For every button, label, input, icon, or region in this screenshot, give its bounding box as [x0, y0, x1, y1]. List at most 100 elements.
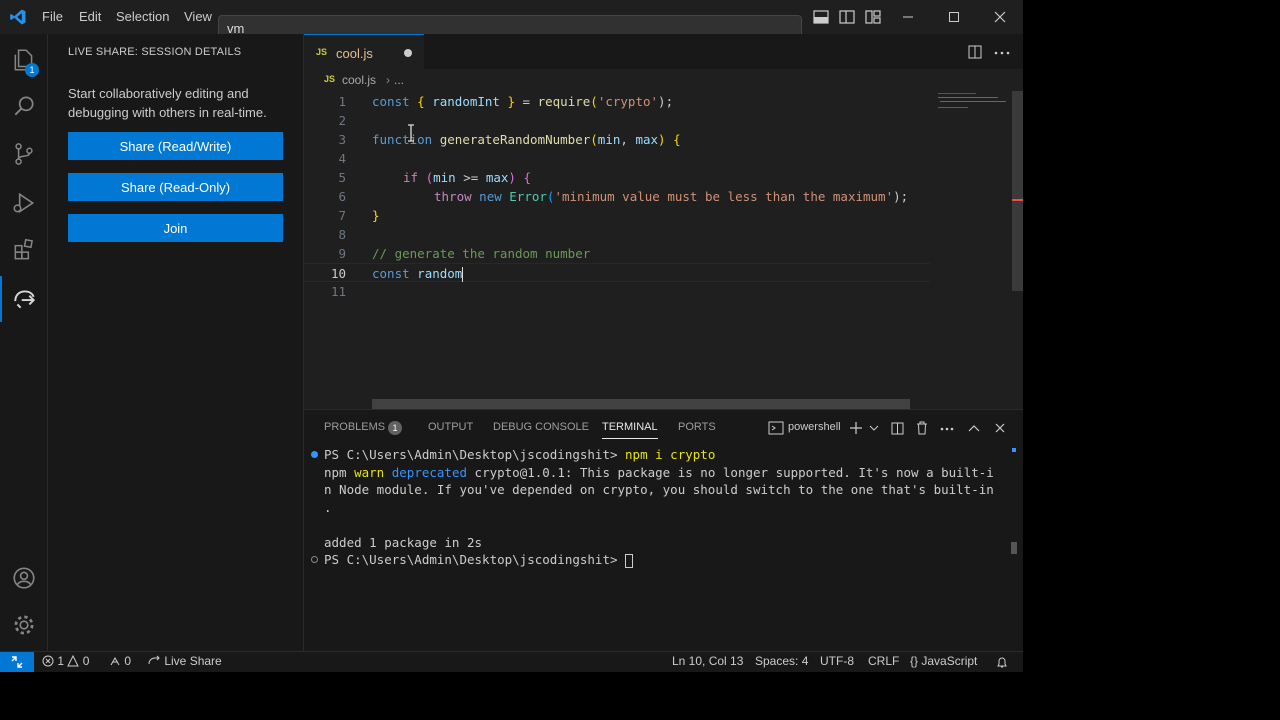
- activity-manage[interactable]: [0, 602, 48, 648]
- terminal-line: added 1 package in 2s: [324, 534, 483, 550]
- ports-icon: [110, 656, 120, 666]
- run-debug-icon: [13, 192, 35, 214]
- share-read-write-button[interactable]: Share (Read/Write): [68, 132, 283, 160]
- breadcrumb-file[interactable]: cool.js: [342, 73, 376, 87]
- line-number: 8: [338, 227, 346, 242]
- sidebar-title: LIVE SHARE: SESSION DETAILS: [68, 46, 242, 58]
- terminal-line: PS C:\Users\Admin\Desktop\jscodingshit> …: [311, 446, 1014, 464]
- code-line: 5 if (min >= max) {: [304, 168, 930, 187]
- indentation[interactable]: Spaces: 4: [755, 654, 808, 668]
- terminal-line: npm warn deprecated crypto@1.0.1: This p…: [324, 464, 994, 480]
- trash-icon[interactable]: [916, 421, 928, 435]
- code-line: 1 const { randomInt } = require('crypto')…: [304, 92, 930, 111]
- line-content: }: [372, 208, 380, 223]
- menu-view[interactable]: View: [184, 0, 212, 34]
- editor-horizontal-scrollbar[interactable]: [372, 399, 910, 409]
- activity-extensions[interactable]: [0, 227, 48, 273]
- code-line: 8: [304, 225, 930, 244]
- tab-ports[interactable]: PORTS: [678, 421, 716, 433]
- language-mode[interactable]: {} JavaScript: [910, 654, 977, 668]
- line-number: 11: [330, 284, 346, 299]
- command-status-dot-icon: [311, 451, 318, 458]
- unsaved-dot-icon[interactable]: [404, 49, 412, 57]
- activity-live-share[interactable]: [0, 276, 48, 322]
- activity-source-control[interactable]: [0, 131, 48, 177]
- chevron-down-icon[interactable]: [869, 425, 879, 431]
- breadcrumb-more[interactable]: ...: [394, 73, 404, 87]
- minimap[interactable]: [930, 91, 1012, 409]
- terminal-name[interactable]: powershell: [788, 421, 841, 433]
- tab-output[interactable]: OUTPUT: [428, 421, 473, 433]
- code-line: 11: [304, 282, 930, 301]
- editor-vertical-scrollbar[interactable]: [1012, 91, 1023, 291]
- remote-icon: [11, 656, 23, 668]
- menu-selection[interactable]: Selection: [116, 0, 169, 34]
- split-terminal-icon[interactable]: [891, 422, 904, 435]
- more-icon[interactable]: [940, 427, 954, 431]
- activity-bar: 1: [0, 34, 48, 651]
- activity-explorer[interactable]: 1: [0, 37, 48, 83]
- live-share-icon: [14, 290, 36, 309]
- terminal-line: .: [324, 499, 332, 515]
- error-marker: [1012, 199, 1023, 201]
- braces-icon: {}: [910, 654, 919, 668]
- close-button[interactable]: [977, 0, 1023, 34]
- activity-accounts[interactable]: [0, 555, 48, 601]
- ports-status[interactable]: 0: [109, 654, 131, 668]
- title-bar: File Edit Selection View: [0, 0, 1023, 41]
- toggle-sidebar-icon[interactable]: [838, 8, 856, 26]
- close-panel-icon[interactable]: [995, 423, 1005, 433]
- minimize-icon: [903, 16, 913, 18]
- line-endings[interactable]: CRLF: [868, 654, 899, 668]
- add-terminal-icon[interactable]: [850, 422, 862, 434]
- notifications-bell-icon[interactable]: [996, 656, 1008, 669]
- minimize-button[interactable]: [885, 0, 931, 34]
- code-editor[interactable]: 1 const { randomInt } = require('crypto')…: [304, 91, 930, 409]
- terminal-icon: [768, 421, 784, 435]
- terminal-output[interactable]: PS C:\Users\Admin\Desktop\jscodingshit> …: [311, 446, 1014, 569]
- line-content: const { randomInt } = require('crypto');: [372, 94, 674, 109]
- remote-button[interactable]: [0, 652, 34, 672]
- line-number: 2: [338, 113, 346, 128]
- join-button[interactable]: Join: [68, 214, 283, 242]
- problems-status[interactable]: 1 0: [42, 654, 89, 668]
- encoding[interactable]: UTF-8: [820, 654, 854, 668]
- share-read-only-button[interactable]: Share (Read-Only): [68, 173, 283, 201]
- live-share-status[interactable]: Live Share: [148, 654, 222, 668]
- line-number: 5: [338, 170, 346, 185]
- tab-debug-console[interactable]: DEBUG CONSOLE: [493, 421, 589, 433]
- maximize-panel-icon[interactable]: [968, 424, 980, 432]
- tab-problems[interactable]: PROBLEMS: [324, 421, 385, 433]
- breadcrumb: JS cool.js › ...: [304, 69, 1023, 91]
- line-content: function generateRandomNumber(min, max) …: [372, 132, 681, 147]
- live-share-sidebar: LIVE SHARE: SESSION DETAILS Start collab…: [48, 34, 304, 651]
- tab-cool-js[interactable]: JS cool.js: [304, 34, 424, 69]
- problems-badge: 1: [388, 421, 402, 435]
- more-actions-icon[interactable]: [994, 51, 1010, 55]
- maximize-button[interactable]: [931, 0, 977, 34]
- customize-layout-icon[interactable]: [864, 8, 882, 26]
- line-content: if (min >= max) {: [403, 170, 531, 185]
- cursor-position[interactable]: Ln 10, Col 13: [672, 654, 743, 668]
- line-content: // generate the random number: [372, 246, 591, 261]
- activity-run-debug[interactable]: [0, 180, 48, 226]
- tab-terminal[interactable]: TERMINAL: [602, 421, 658, 439]
- line-content: throw new Error('minimum value must be l…: [434, 189, 909, 204]
- line-number: 6: [338, 189, 346, 204]
- terminal-scrollbar[interactable]: [1011, 542, 1017, 554]
- maximize-icon: [949, 12, 959, 22]
- editor-tabs: JS cool.js: [304, 34, 1023, 69]
- gear-icon: [14, 615, 34, 635]
- menu-file[interactable]: File: [42, 0, 63, 34]
- sidebar-description: Start collaboratively editing and debugg…: [68, 86, 267, 120]
- menu-edit[interactable]: Edit: [79, 0, 101, 34]
- terminal-line: n Node module. If you've depended on cry…: [324, 482, 994, 497]
- split-editor-icon[interactable]: [968, 45, 982, 59]
- close-icon: [994, 11, 1006, 23]
- code-line: 4: [304, 149, 930, 168]
- error-icon: [42, 655, 54, 667]
- toggle-panel-icon[interactable]: [812, 8, 830, 26]
- js-file-icon: JS: [316, 47, 328, 57]
- activity-search[interactable]: [0, 83, 48, 129]
